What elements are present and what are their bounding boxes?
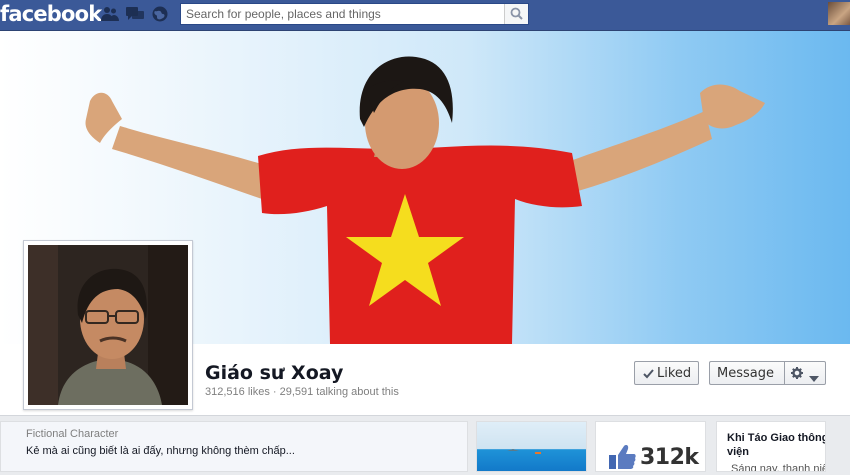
chevron-down-icon — [809, 371, 819, 386]
likes-count: 312k — [640, 445, 699, 470]
search-button[interactable] — [504, 4, 528, 24]
friends-icon[interactable] — [101, 6, 119, 22]
profile-picture[interactable] — [28, 245, 188, 405]
page-description: Kẻ mà ai cũng biết là ai đấy, nhưng khôn… — [26, 445, 295, 457]
top-navigation-bar: facebook — [0, 0, 850, 31]
page-category[interactable]: Fictional Character — [26, 428, 118, 440]
page-stats: 312,516 likes · 29,591 talking about thi… — [205, 386, 399, 398]
app-tile-title-line2: viện — [727, 446, 750, 458]
user-avatar[interactable] — [828, 2, 850, 25]
search-icon — [510, 7, 523, 25]
sea-photo-thumbnail — [507, 449, 541, 454]
globe-icon[interactable] — [151, 6, 169, 22]
messages-icon[interactable] — [126, 6, 144, 22]
message-label: Message — [717, 366, 774, 381]
app-tile[interactable]: Khi Táo Giao thông viện Sáng nay, thanh … — [716, 421, 826, 472]
liked-label: Liked — [657, 366, 692, 381]
profile-picture-frame[interactable] — [23, 240, 193, 410]
check-icon — [643, 368, 654, 383]
app-tile-snippet: Sáng nay, thanh niên — [731, 463, 826, 472]
app-tile-title-line1: Khi Táo Giao thông — [727, 432, 826, 444]
search-box[interactable] — [180, 3, 529, 25]
facebook-logo[interactable]: facebook — [0, 2, 102, 26]
message-button[interactable]: Message — [709, 361, 785, 385]
page-options-button[interactable] — [784, 361, 826, 385]
liked-button[interactable]: Liked — [634, 361, 699, 385]
profile-photo-figure — [28, 245, 188, 405]
gear-icon — [791, 367, 803, 383]
thumbs-up-icon — [608, 444, 636, 475]
page-title: Giáo sư Xoay — [205, 362, 344, 384]
photos-tile[interactable] — [476, 421, 587, 472]
search-input[interactable] — [181, 4, 505, 24]
